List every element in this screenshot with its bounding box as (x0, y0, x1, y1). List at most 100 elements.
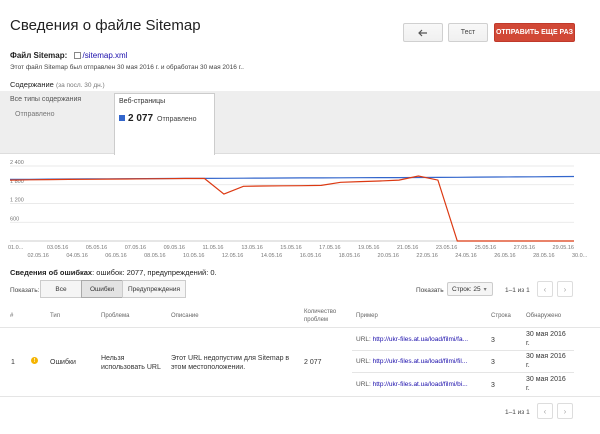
filter-errors[interactable]: Ошибки (81, 280, 123, 298)
x-tick-label: 19.05.16 (358, 245, 379, 251)
series-line-2 (9, 175, 574, 242)
back-arrow-icon (418, 29, 427, 36)
x-tick-label: 25.05.16 (475, 245, 496, 251)
x-tick-label: 09.05.16 (164, 245, 185, 251)
content-period: (за посл. 30 дн.) (55, 82, 105, 89)
x-tick-label: 15.05.16 (280, 245, 301, 251)
example-link[interactable]: http://ukr-files.at.ua/load/filmi/fa... (373, 336, 468, 343)
content-title: Содержание (10, 80, 54, 89)
external-link-icon (73, 52, 81, 59)
x-tick-label: 12.05.16 (222, 253, 243, 259)
example-date-1: 30 мая 2016 г. (526, 331, 566, 347)
tab-all-sub: Отправлено (15, 111, 55, 118)
divider (352, 350, 574, 351)
x-tick-label: 01.0... (8, 245, 24, 251)
file-label: Файл Sitemap: (10, 51, 68, 60)
x-tick-label: 16.05.16 (300, 253, 321, 259)
col-count: Количество проблем (304, 309, 337, 323)
chevron-right-icon: › (563, 284, 567, 294)
url-prefix: URL: (356, 358, 371, 365)
col-line: Строка (491, 313, 511, 319)
tab-all-content[interactable]: Все типы содержания Отправлено (10, 96, 112, 118)
row-num: 1 (11, 359, 15, 366)
chevron-down-icon: ▾ (483, 286, 487, 293)
pager-bottom-text: 1–1 из 1 (505, 409, 530, 416)
col-problem: Проблема (101, 313, 130, 319)
rows-select-value: Строк: 25 (452, 285, 481, 293)
rows-label: Показать (416, 287, 444, 294)
content-label: Содержание (за посл. 30 дн.) (10, 80, 105, 89)
tab-web-count: 2 077 (128, 113, 154, 124)
example-date-3: 30 мая 2016 г. (526, 376, 566, 392)
prev-page-button[interactable]: ‹ (537, 281, 553, 297)
chevron-left-icon: ‹ (543, 284, 547, 294)
filter-label: Показать: (10, 287, 40, 294)
warning-icon: ! (31, 357, 38, 364)
x-tick-label: 24.05.16 (455, 253, 476, 259)
x-tick-label: 10.05.16 (183, 253, 204, 259)
divider (352, 372, 574, 373)
file-info: Этот файл Sitemap был отправлен 30 мая 2… (10, 64, 244, 71)
x-tick-label: 05.05.16 (86, 245, 107, 251)
chevron-left-icon: ‹ (543, 406, 547, 416)
row-problem: Нельзя использовать URL (101, 355, 161, 371)
example-url-1[interactable]: URL: http://ukr-files.at.ua/load/filmi/f… (356, 336, 468, 343)
x-tick-label: 27.05.16 (514, 245, 535, 251)
x-tick-label: 13.05.16 (241, 245, 262, 251)
tab-web-pages[interactable]: Веб-страницы 2 077 Отправлено (114, 93, 215, 155)
x-tick-label: 06.05.16 (105, 253, 126, 259)
prev-page-button-bottom[interactable]: ‹ (537, 403, 553, 419)
x-tick-label: 02.05.16 (27, 253, 48, 259)
x-tick-label: 20.05.16 (378, 253, 399, 259)
test-button[interactable]: Тест (448, 23, 488, 42)
x-tick-label: 30.0... (572, 253, 588, 259)
col-num: # (10, 313, 14, 319)
y-tick-label: 2 400 (10, 160, 24, 166)
url-prefix: URL: (356, 381, 371, 388)
filter-all[interactable]: Все (40, 280, 82, 298)
tab-web-sub: Отправлено (157, 116, 197, 123)
x-tick-label: 22.05.16 (416, 253, 437, 259)
submitted-chart: 2 4001 8001 20060001.0... 03.05.16 05.05.1… (8, 160, 588, 259)
col-description: Описание (171, 313, 199, 319)
pager-top-text: 1–1 из 1 (505, 287, 530, 294)
errors-title: Сведения об ошибках (10, 268, 93, 277)
x-tick-label: 18.05.16 (339, 253, 360, 259)
tab-web-title: Веб-страницы (119, 98, 166, 105)
tab-all-title: Все типы содержания (10, 96, 82, 103)
x-tick-label: 29.05.16 (553, 245, 574, 251)
x-tick-label: 23.05.16 (436, 245, 457, 251)
example-url-3[interactable]: URL: http://ukr-files.at.ua/load/filmi/b… (356, 381, 468, 388)
sitemap-link[interactable]: /sitemap.xml (83, 51, 128, 60)
x-tick-label: 11.05.16 (202, 245, 223, 251)
divider (0, 396, 600, 397)
errors-heading: Сведения об ошибках: ошибок: 2077, преду… (10, 268, 217, 277)
example-date-2: 30 мая 2016 г. (526, 353, 566, 369)
x-tick-label: 03.05.16 (47, 245, 68, 251)
next-page-button[interactable]: › (557, 281, 573, 297)
y-tick-label: 1 200 (10, 198, 24, 204)
filter-warnings[interactable]: Предупреждения (122, 280, 186, 298)
back-button[interactable] (403, 23, 443, 42)
col-example: Пример (356, 313, 378, 319)
resubmit-button[interactable]: ОТПРАВИТЬ ЕЩЕ РАЗ (494, 23, 575, 42)
row-count: 2 077 (304, 359, 322, 366)
example-line-2: 3 (491, 359, 495, 366)
example-line-3: 3 (491, 382, 495, 389)
y-tick-label: 600 (10, 216, 19, 222)
row-description: Этот URL недопустим для Sitemap в этом м… (171, 355, 290, 371)
x-tick-label: 21.05.16 (397, 245, 418, 251)
example-url-2[interactable]: URL: http://ukr-files.at.ua/load/filmi/f… (356, 358, 467, 365)
file-line: Файл Sitemap: /sitemap.xml (10, 51, 127, 60)
x-tick-label: 14.05.16 (261, 253, 282, 259)
example-link[interactable]: http://ukr-files.at.ua/load/filmi/fil... (373, 358, 468, 365)
x-tick-label: 08.05.16 (144, 253, 165, 259)
divider (0, 327, 600, 328)
next-page-button-bottom[interactable]: › (557, 403, 573, 419)
errors-summary: : ошибок: 2077, предупреждений: 0. (92, 268, 217, 277)
col-type: Тип (50, 313, 61, 319)
x-tick-label: 04.05.16 (66, 253, 87, 259)
example-link[interactable]: http://ukr-files.at.ua/load/filmi/bi... (373, 381, 468, 388)
example-line-1: 3 (491, 337, 495, 344)
rows-select[interactable]: Строк: 25 ▾ (447, 282, 493, 296)
